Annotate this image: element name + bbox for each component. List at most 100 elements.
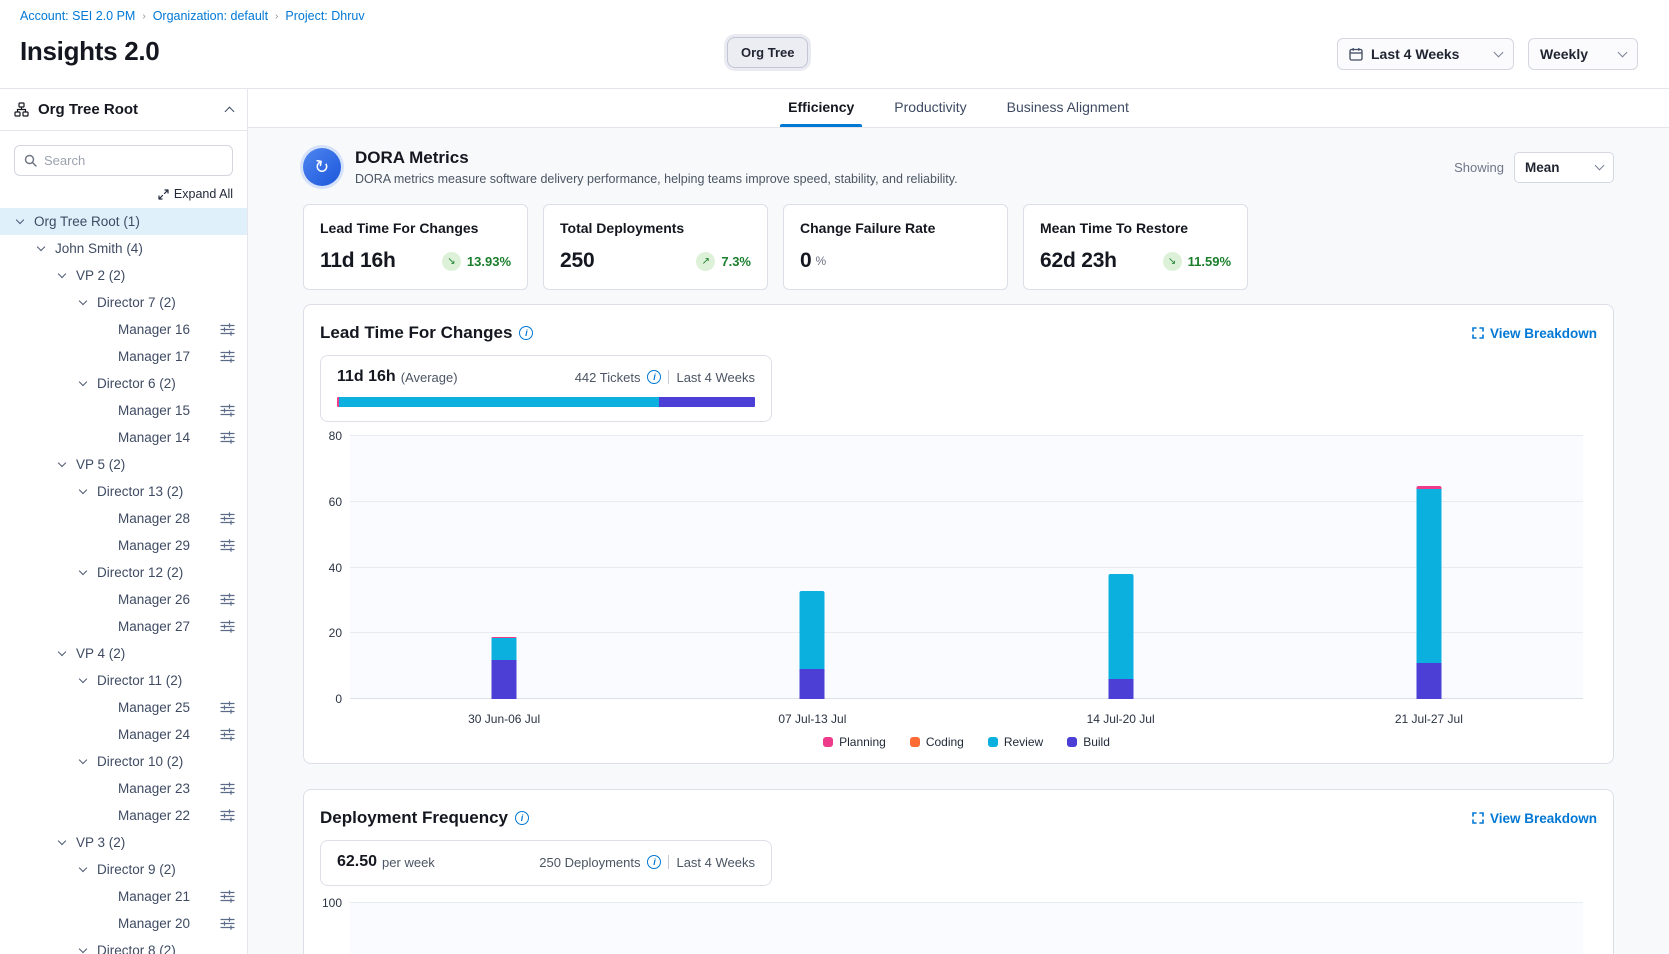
tree-item-label: Manager 23 bbox=[118, 781, 190, 796]
tree-item-count: (1) bbox=[123, 214, 140, 229]
tree-item[interactable]: VP 4 (2) bbox=[0, 640, 247, 667]
bar-30-jun-06-jul[interactable] bbox=[492, 637, 517, 699]
breadcrumb-link[interactable]: Organization: default bbox=[153, 9, 268, 23]
calendar-icon bbox=[1349, 47, 1363, 61]
tree-item[interactable]: Org Tree Root (1) bbox=[0, 208, 247, 235]
org-tree-button[interactable]: Org Tree bbox=[727, 37, 808, 68]
metric-card-value: 62d 23h bbox=[1040, 249, 1117, 273]
sidebar-header[interactable]: Org Tree Root bbox=[0, 89, 247, 131]
tree-item[interactable]: Director 10 (2) bbox=[0, 748, 247, 775]
tree-item[interactable]: Manager 16 bbox=[0, 316, 247, 343]
filter-icon[interactable] bbox=[220, 323, 235, 336]
tree-item[interactable]: Director 8 (2) bbox=[0, 937, 247, 954]
filter-icon[interactable] bbox=[220, 593, 235, 606]
search-box[interactable] bbox=[14, 145, 233, 176]
tree-item[interactable]: Director 6 (2) bbox=[0, 370, 247, 397]
tree-item[interactable]: Director 7 (2) bbox=[0, 289, 247, 316]
tree-item[interactable]: Manager 23 bbox=[0, 775, 247, 802]
tree-chevron-icon[interactable] bbox=[77, 571, 89, 574]
bar-14-jul-20-jul[interactable] bbox=[1108, 574, 1133, 699]
tree-item[interactable]: Director 11 (2) bbox=[0, 667, 247, 694]
filter-icon[interactable] bbox=[220, 404, 235, 417]
filter-icon[interactable] bbox=[220, 890, 235, 903]
breadcrumb-link[interactable]: Project: Dhruv bbox=[285, 9, 364, 23]
tree-item[interactable]: Director 13 (2) bbox=[0, 478, 247, 505]
collapse-icon[interactable] bbox=[225, 107, 235, 117]
tree-item[interactable]: VP 3 (2) bbox=[0, 829, 247, 856]
tree-item[interactable]: Manager 26 bbox=[0, 586, 247, 613]
tree-chevron-icon[interactable] bbox=[77, 868, 89, 871]
info-icon[interactable]: i bbox=[515, 811, 529, 825]
tree-item[interactable]: Director 9 (2) bbox=[0, 856, 247, 883]
breadcrumb-link[interactable]: Account: SEI 2.0 PM bbox=[20, 9, 135, 23]
tree-item[interactable]: Manager 24 bbox=[0, 721, 247, 748]
bar-segment-review bbox=[1416, 489, 1441, 663]
bar-21-jul-27-jul[interactable] bbox=[1416, 486, 1441, 699]
filter-icon[interactable] bbox=[220, 782, 235, 795]
tree-chevron-icon[interactable] bbox=[56, 652, 68, 655]
tree-item[interactable]: VP 5 (2) bbox=[0, 451, 247, 478]
info-icon[interactable]: i bbox=[519, 326, 533, 340]
org-tree-list: Org Tree Root (1) John Smith (4) VP 2 (2… bbox=[0, 208, 247, 954]
tree-item[interactable]: Manager 28 bbox=[0, 505, 247, 532]
tab-business-alignment[interactable]: Business Alignment bbox=[1005, 89, 1131, 127]
tree-item-label: Director 13 bbox=[97, 484, 163, 499]
tree-chevron-icon[interactable] bbox=[77, 301, 89, 304]
showing-select[interactable]: Mean bbox=[1514, 152, 1614, 183]
filter-icon[interactable] bbox=[220, 431, 235, 444]
legend-item-coding[interactable]: Coding bbox=[910, 735, 964, 749]
tree-item[interactable]: Manager 15 bbox=[0, 397, 247, 424]
tree-item[interactable]: Manager 27 bbox=[0, 613, 247, 640]
filter-icon[interactable] bbox=[220, 701, 235, 714]
trend-percentage: 7.3% bbox=[721, 254, 751, 269]
filter-icon[interactable] bbox=[220, 350, 235, 363]
lead-time-panel: Lead Time For Changes i View Breakdown 1… bbox=[303, 304, 1614, 764]
legend-item-build[interactable]: Build bbox=[1067, 735, 1110, 749]
tree-item[interactable]: VP 2 (2) bbox=[0, 262, 247, 289]
lead-time-plot-area: 020406080 bbox=[350, 436, 1583, 699]
legend-item-planning[interactable]: Planning bbox=[823, 735, 886, 749]
search-input[interactable] bbox=[44, 153, 223, 168]
tree-item[interactable]: Manager 17 bbox=[0, 343, 247, 370]
tree-item[interactable]: Manager 21 bbox=[0, 883, 247, 910]
tree-item[interactable]: Manager 25 bbox=[0, 694, 247, 721]
dora-title: DORA Metrics bbox=[355, 148, 958, 168]
metric-card: Change Failure Rate 0 % bbox=[783, 204, 1008, 290]
tree-item[interactable]: Manager 20 bbox=[0, 910, 247, 937]
tab-productivity[interactable]: Productivity bbox=[892, 89, 968, 127]
filter-icon[interactable] bbox=[220, 917, 235, 930]
tree-chevron-icon[interactable] bbox=[77, 679, 89, 682]
gridline bbox=[350, 435, 1583, 436]
tree-chevron-icon[interactable] bbox=[77, 760, 89, 763]
filter-icon[interactable] bbox=[220, 809, 235, 822]
filter-icon[interactable] bbox=[220, 539, 235, 552]
gridline bbox=[350, 567, 1583, 568]
legend-item-review[interactable]: Review bbox=[988, 735, 1043, 749]
date-range-select[interactable]: Last 4 Weeks bbox=[1337, 38, 1514, 70]
tree-item[interactable]: Manager 29 bbox=[0, 532, 247, 559]
tree-item[interactable]: John Smith (4) bbox=[0, 235, 247, 262]
info-icon[interactable]: i bbox=[647, 855, 661, 869]
tree-chevron-icon[interactable] bbox=[77, 382, 89, 385]
view-breakdown-link[interactable]: View Breakdown bbox=[1472, 811, 1597, 826]
tree-chevron-icon[interactable] bbox=[56, 274, 68, 277]
tree-chevron-icon[interactable] bbox=[56, 841, 68, 844]
tree-chevron-icon[interactable] bbox=[14, 220, 26, 223]
tree-chevron-icon[interactable] bbox=[77, 949, 89, 952]
filter-icon[interactable] bbox=[220, 620, 235, 633]
info-icon[interactable]: i bbox=[647, 370, 661, 384]
tree-chevron-icon[interactable] bbox=[77, 490, 89, 493]
filter-icon[interactable] bbox=[220, 728, 235, 741]
tree-item[interactable]: Manager 22 bbox=[0, 802, 247, 829]
tab-efficiency[interactable]: Efficiency bbox=[786, 89, 856, 127]
lead-time-average-qualifier: (Average) bbox=[401, 370, 458, 385]
expand-all-button[interactable]: Expand All bbox=[14, 187, 233, 201]
tree-chevron-icon[interactable] bbox=[56, 463, 68, 466]
tree-chevron-icon[interactable] bbox=[35, 247, 47, 250]
tree-item[interactable]: Director 12 (2) bbox=[0, 559, 247, 586]
tree-item[interactable]: Manager 14 bbox=[0, 424, 247, 451]
filter-icon[interactable] bbox=[220, 512, 235, 525]
view-breakdown-link[interactable]: View Breakdown bbox=[1472, 326, 1597, 341]
bar-07-jul-13-jul[interactable] bbox=[800, 591, 825, 699]
granularity-select[interactable]: Weekly bbox=[1528, 38, 1638, 70]
